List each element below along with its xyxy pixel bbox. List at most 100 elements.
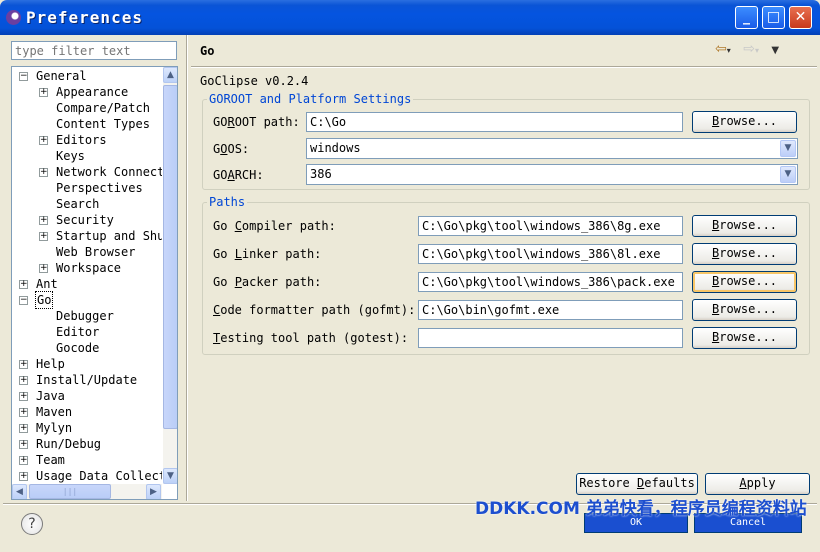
expand-icon[interactable]: +: [19, 456, 28, 465]
chevron-down-icon[interactable]: ▼: [780, 166, 796, 183]
apply-button[interactable]: Apply: [705, 473, 810, 495]
minimize-button[interactable]: _: [735, 6, 758, 29]
tree-item[interactable]: + Security: [12, 212, 162, 228]
back-dropdown-icon[interactable]: ▾: [727, 46, 731, 55]
scroll-thumb[interactable]: [163, 85, 177, 429]
compiler-browse-button[interactable]: Browse...: [692, 215, 797, 237]
tree-item[interactable]: − Go: [12, 291, 162, 309]
expand-icon[interactable]: +: [19, 408, 28, 417]
tree-item-label: Gocode: [56, 341, 100, 355]
tree-item[interactable]: + Team: [12, 452, 162, 468]
formatter-browse-button[interactable]: Browse...: [692, 299, 797, 321]
tree-item[interactable]: + Workspace: [12, 260, 162, 276]
goarch-select[interactable]: 386 ▼: [306, 164, 798, 185]
tree-item[interactable]: Web Browser: [12, 244, 162, 260]
chevron-down-icon[interactable]: ▼: [780, 140, 796, 157]
expand-icon[interactable]: +: [19, 424, 28, 433]
scroll-up-icon[interactable]: ▲: [163, 67, 177, 83]
tree-item[interactable]: + Appearance: [12, 84, 162, 100]
compiler-path-field[interactable]: C:\Go\pkg\tool\windows_386\8g.exe: [418, 216, 683, 236]
testing-label: Testing tool path (gotest):: [213, 331, 409, 345]
tree-item[interactable]: + Mylyn: [12, 420, 162, 436]
tree-item-label: Ant: [36, 277, 58, 291]
expand-icon[interactable]: +: [19, 376, 28, 385]
expand-icon[interactable]: +: [19, 440, 28, 449]
tree-item-label: Compare/Patch: [56, 101, 150, 115]
tree-horizontal-scrollbar[interactable]: ◀ ||| ▶: [12, 484, 162, 499]
linker-browse-button[interactable]: Browse...: [692, 243, 797, 265]
tree-item[interactable]: + Editors: [12, 132, 162, 148]
testing-path-field[interactable]: [418, 328, 683, 348]
tree-item-label: Search: [56, 197, 100, 211]
sash[interactable]: [186, 35, 188, 501]
help-icon[interactable]: ?: [21, 513, 43, 535]
scroll-left-icon[interactable]: ◀: [12, 484, 27, 499]
goroot-path-field[interactable]: C:\Go: [306, 112, 683, 132]
close-button[interactable]: ✕: [789, 6, 812, 29]
packer-path-field[interactable]: C:\Go\pkg\tool\windows_386\pack.exe: [418, 272, 683, 292]
expand-icon[interactable]: +: [39, 88, 48, 97]
tree-item-label: Usage Data Collect: [36, 469, 167, 483]
tree-item[interactable]: + Maven: [12, 404, 162, 420]
expand-icon[interactable]: +: [19, 280, 28, 289]
restore-defaults-button[interactable]: Restore Defaults: [576, 473, 698, 495]
expand-icon[interactable]: +: [19, 392, 28, 401]
tree-item-label: Keys: [56, 149, 85, 163]
goroot-browse-button[interactable]: Browse...: [692, 111, 797, 133]
tree-item[interactable]: Perspectives: [12, 180, 162, 196]
tree-item[interactable]: + Usage Data Collect: [12, 468, 166, 484]
maximize-button[interactable]: □: [762, 6, 785, 29]
goos-select[interactable]: windows ▼: [306, 138, 798, 159]
tree-item[interactable]: Editor: [12, 324, 162, 340]
tree-item-label: Maven: [36, 405, 73, 419]
view-menu-icon[interactable]: ▼: [771, 45, 779, 56]
expand-icon[interactable]: +: [19, 360, 28, 369]
expand-icon[interactable]: +: [39, 136, 48, 145]
tree-item[interactable]: + Startup and Shu: [12, 228, 164, 244]
scroll-right-icon[interactable]: ▶: [146, 484, 161, 499]
expand-icon[interactable]: +: [39, 216, 48, 225]
tree-item[interactable]: + Java: [12, 388, 162, 404]
page-title: Go: [200, 44, 215, 58]
tree-item[interactable]: Debugger: [12, 308, 162, 324]
tree-item[interactable]: Keys: [12, 148, 162, 164]
filter-input[interactable]: [11, 41, 177, 60]
goos-label: GOOS:: [213, 142, 250, 156]
tree-item-label: Web Browser: [56, 245, 136, 259]
preference-tree: − General + Appearance Compare/Patch Content …: [11, 66, 178, 500]
preferences-window: Preferences _ □ ✕ −General + Appearance Com…: [0, 0, 820, 552]
packer-browse-button[interactable]: Browse...: [692, 271, 797, 293]
collapse-icon[interactable]: −: [19, 296, 28, 305]
formatter-path-field[interactable]: C:\Go\bin\gofmt.exe: [418, 300, 683, 320]
tree-item-label: Editors: [56, 133, 107, 147]
tree-item[interactable]: + Network Connect: [12, 164, 164, 180]
tree-item[interactable]: + Ant: [12, 276, 162, 292]
expand-icon[interactable]: +: [19, 472, 28, 481]
tree-item[interactable]: − General: [12, 68, 162, 84]
linker-path-field[interactable]: C:\Go\pkg\tool\windows_386\8l.exe: [418, 244, 683, 264]
tree-item-label: Run/Debug: [36, 437, 102, 451]
collapse-icon[interactable]: −: [19, 72, 28, 81]
testing-browse-button[interactable]: Browse...: [692, 327, 797, 349]
tree-item[interactable]: + Run/Debug: [12, 436, 162, 452]
tree-item-label: Editor: [56, 325, 100, 339]
tree-item[interactable]: + Help: [12, 356, 162, 372]
eclipse-icon: [6, 10, 21, 25]
expand-icon[interactable]: +: [39, 264, 48, 273]
tree-item[interactable]: Search: [12, 196, 162, 212]
tree-item[interactable]: Content Types: [12, 116, 162, 132]
packer-label: Go Packer path:: [213, 275, 322, 289]
expand-icon[interactable]: +: [39, 168, 48, 177]
tree-item[interactable]: Compare/Patch: [12, 100, 162, 116]
paths-group-legend: Paths: [209, 195, 246, 209]
tree-vertical-scrollbar[interactable]: ▲ ▼: [162, 67, 177, 484]
expand-icon[interactable]: +: [39, 232, 48, 241]
h-scroll-thumb[interactable]: |||: [29, 484, 111, 499]
back-arrow-icon[interactable]: ⇦: [715, 41, 727, 57]
title-bar[interactable]: Preferences _ □ ✕: [0, 0, 820, 35]
tree-item[interactable]: + Install/Update: [12, 372, 162, 388]
goroot-group-legend: GOROOT and Platform Settings: [209, 92, 412, 106]
scroll-down-icon[interactable]: ▼: [163, 468, 177, 484]
tree-item[interactable]: Gocode: [12, 340, 162, 356]
tree-item-label: Appearance: [56, 85, 129, 99]
